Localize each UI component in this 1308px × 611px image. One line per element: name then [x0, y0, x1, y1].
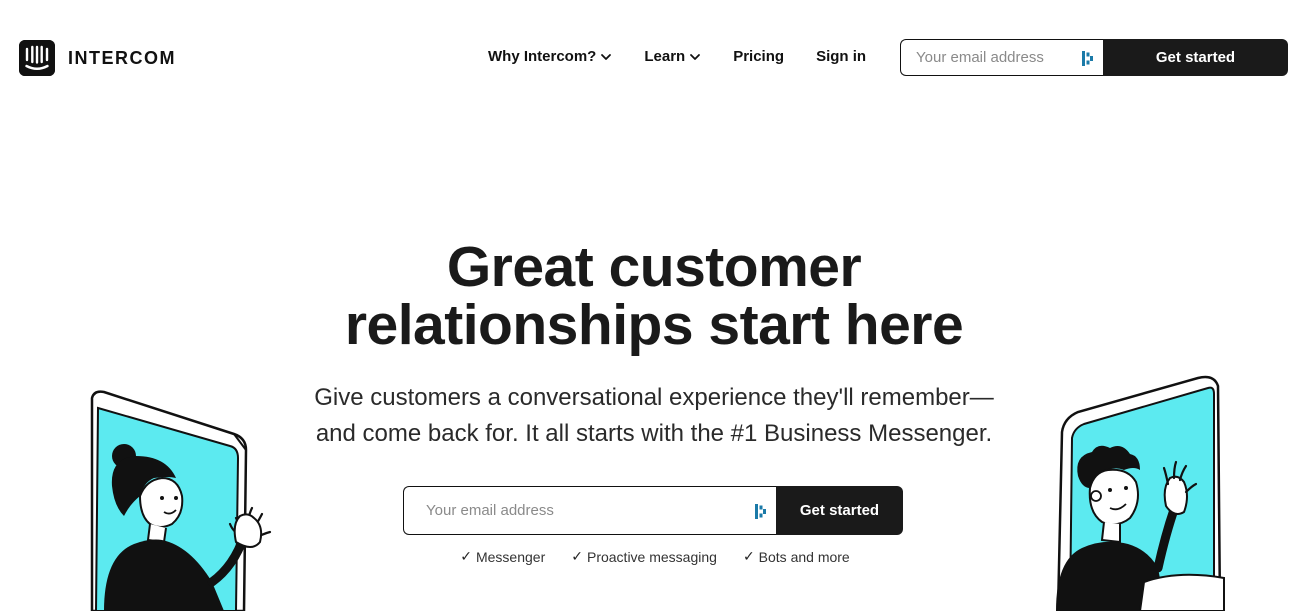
header-email-field-wrapper [900, 39, 1103, 76]
nav-item-why-intercom[interactable]: Why Intercom? [488, 48, 612, 65]
header-get-started-button[interactable]: Get started [1103, 39, 1288, 76]
hero-signup-form: Get started [403, 486, 903, 535]
hero-get-started-button[interactable]: Get started [776, 486, 903, 535]
brand-name: INTERCOM [68, 47, 176, 68]
feature-item-bots: ✓ Bots and more [743, 549, 850, 565]
woman-waving-from-window-illustration [90, 390, 272, 611]
brand-logo[interactable]: INTERCOM [19, 40, 176, 76]
chevron-down-icon [690, 53, 701, 60]
nav-item-label: Why Intercom? [488, 48, 597, 65]
nav-item-label: Pricing [733, 48, 785, 65]
checkmark-icon: ✓ [571, 549, 583, 565]
checkmark-icon: ✓ [460, 549, 472, 565]
hero-email-input[interactable] [404, 487, 776, 534]
nav-item-label: Sign in [816, 48, 867, 65]
checkmark-icon: ✓ [742, 549, 755, 565]
password-manager-icon[interactable] [1082, 51, 1094, 66]
main-nav: Why Intercom? Learn Pricing Sign in [488, 48, 866, 65]
feature-label: Proactive messaging [586, 549, 717, 565]
nav-item-learn[interactable]: Learn [644, 48, 701, 65]
header-signup-form: Get started [900, 39, 1288, 76]
nav-item-label: Learn [644, 48, 686, 65]
nav-item-pricing[interactable]: Pricing [733, 48, 784, 65]
site-header: INTERCOM Why Intercom? Learn Pricing Sig… [0, 0, 1308, 116]
password-manager-icon[interactable] [755, 504, 767, 519]
feature-item-proactive-messaging: ✓ Proactive messaging [571, 549, 717, 565]
chevron-down-icon [601, 53, 612, 60]
nav-item-sign-in[interactable]: Sign in [816, 48, 866, 65]
hero-headline-line-2: relationships start here [344, 293, 964, 357]
hero-headline: Great customer relationships start here [0, 238, 1308, 354]
hero-email-field-wrapper [403, 486, 776, 535]
feature-label: Bots and more [758, 549, 850, 565]
header-email-input[interactable] [901, 40, 1103, 75]
man-waving-from-window-illustration [1056, 375, 1225, 611]
hero-headline-line-1: Great customer [446, 235, 862, 299]
feature-label: Messenger [475, 549, 546, 565]
intercom-logo-icon [19, 40, 55, 76]
feature-item-messenger: ✓ Messenger [460, 549, 545, 565]
